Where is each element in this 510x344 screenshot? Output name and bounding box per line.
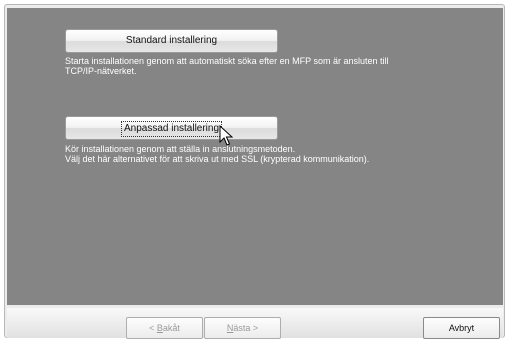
back-button-label: akåt [162,323,180,333]
back-button[interactable]: < Bakåt [126,317,203,339]
back-button-prefix: < [149,323,157,333]
standard-description-line1: Starta installationen genom att automati… [65,56,389,66]
custom-description-line2: Välj det här alternativet för att skriva… [65,154,370,164]
next-button-suffix: > [250,323,259,333]
custom-install-button[interactable]: Anpassad installering [65,116,278,140]
custom-install-label: Anpassad installering [120,121,223,137]
cancel-button-label: Avbryt [448,323,475,333]
mouse-pointer-icon [219,125,233,146]
next-button-label: ästa [233,323,251,333]
standard-description-line2: TCP/IP-nätverket. [65,66,137,76]
standard-install-button[interactable]: Standard installering [65,29,278,53]
standard-install-description: Starta installationen genom att automati… [65,56,485,76]
custom-description-line1: Kör installationen genom att ställa in a… [65,144,296,154]
custom-install-description: Kör installationen genom att ställa in a… [65,144,485,164]
next-button[interactable]: Nästa > [204,317,281,339]
standard-install-label: Standard installering [125,35,218,46]
cancel-button[interactable]: Avbryt [423,317,500,339]
